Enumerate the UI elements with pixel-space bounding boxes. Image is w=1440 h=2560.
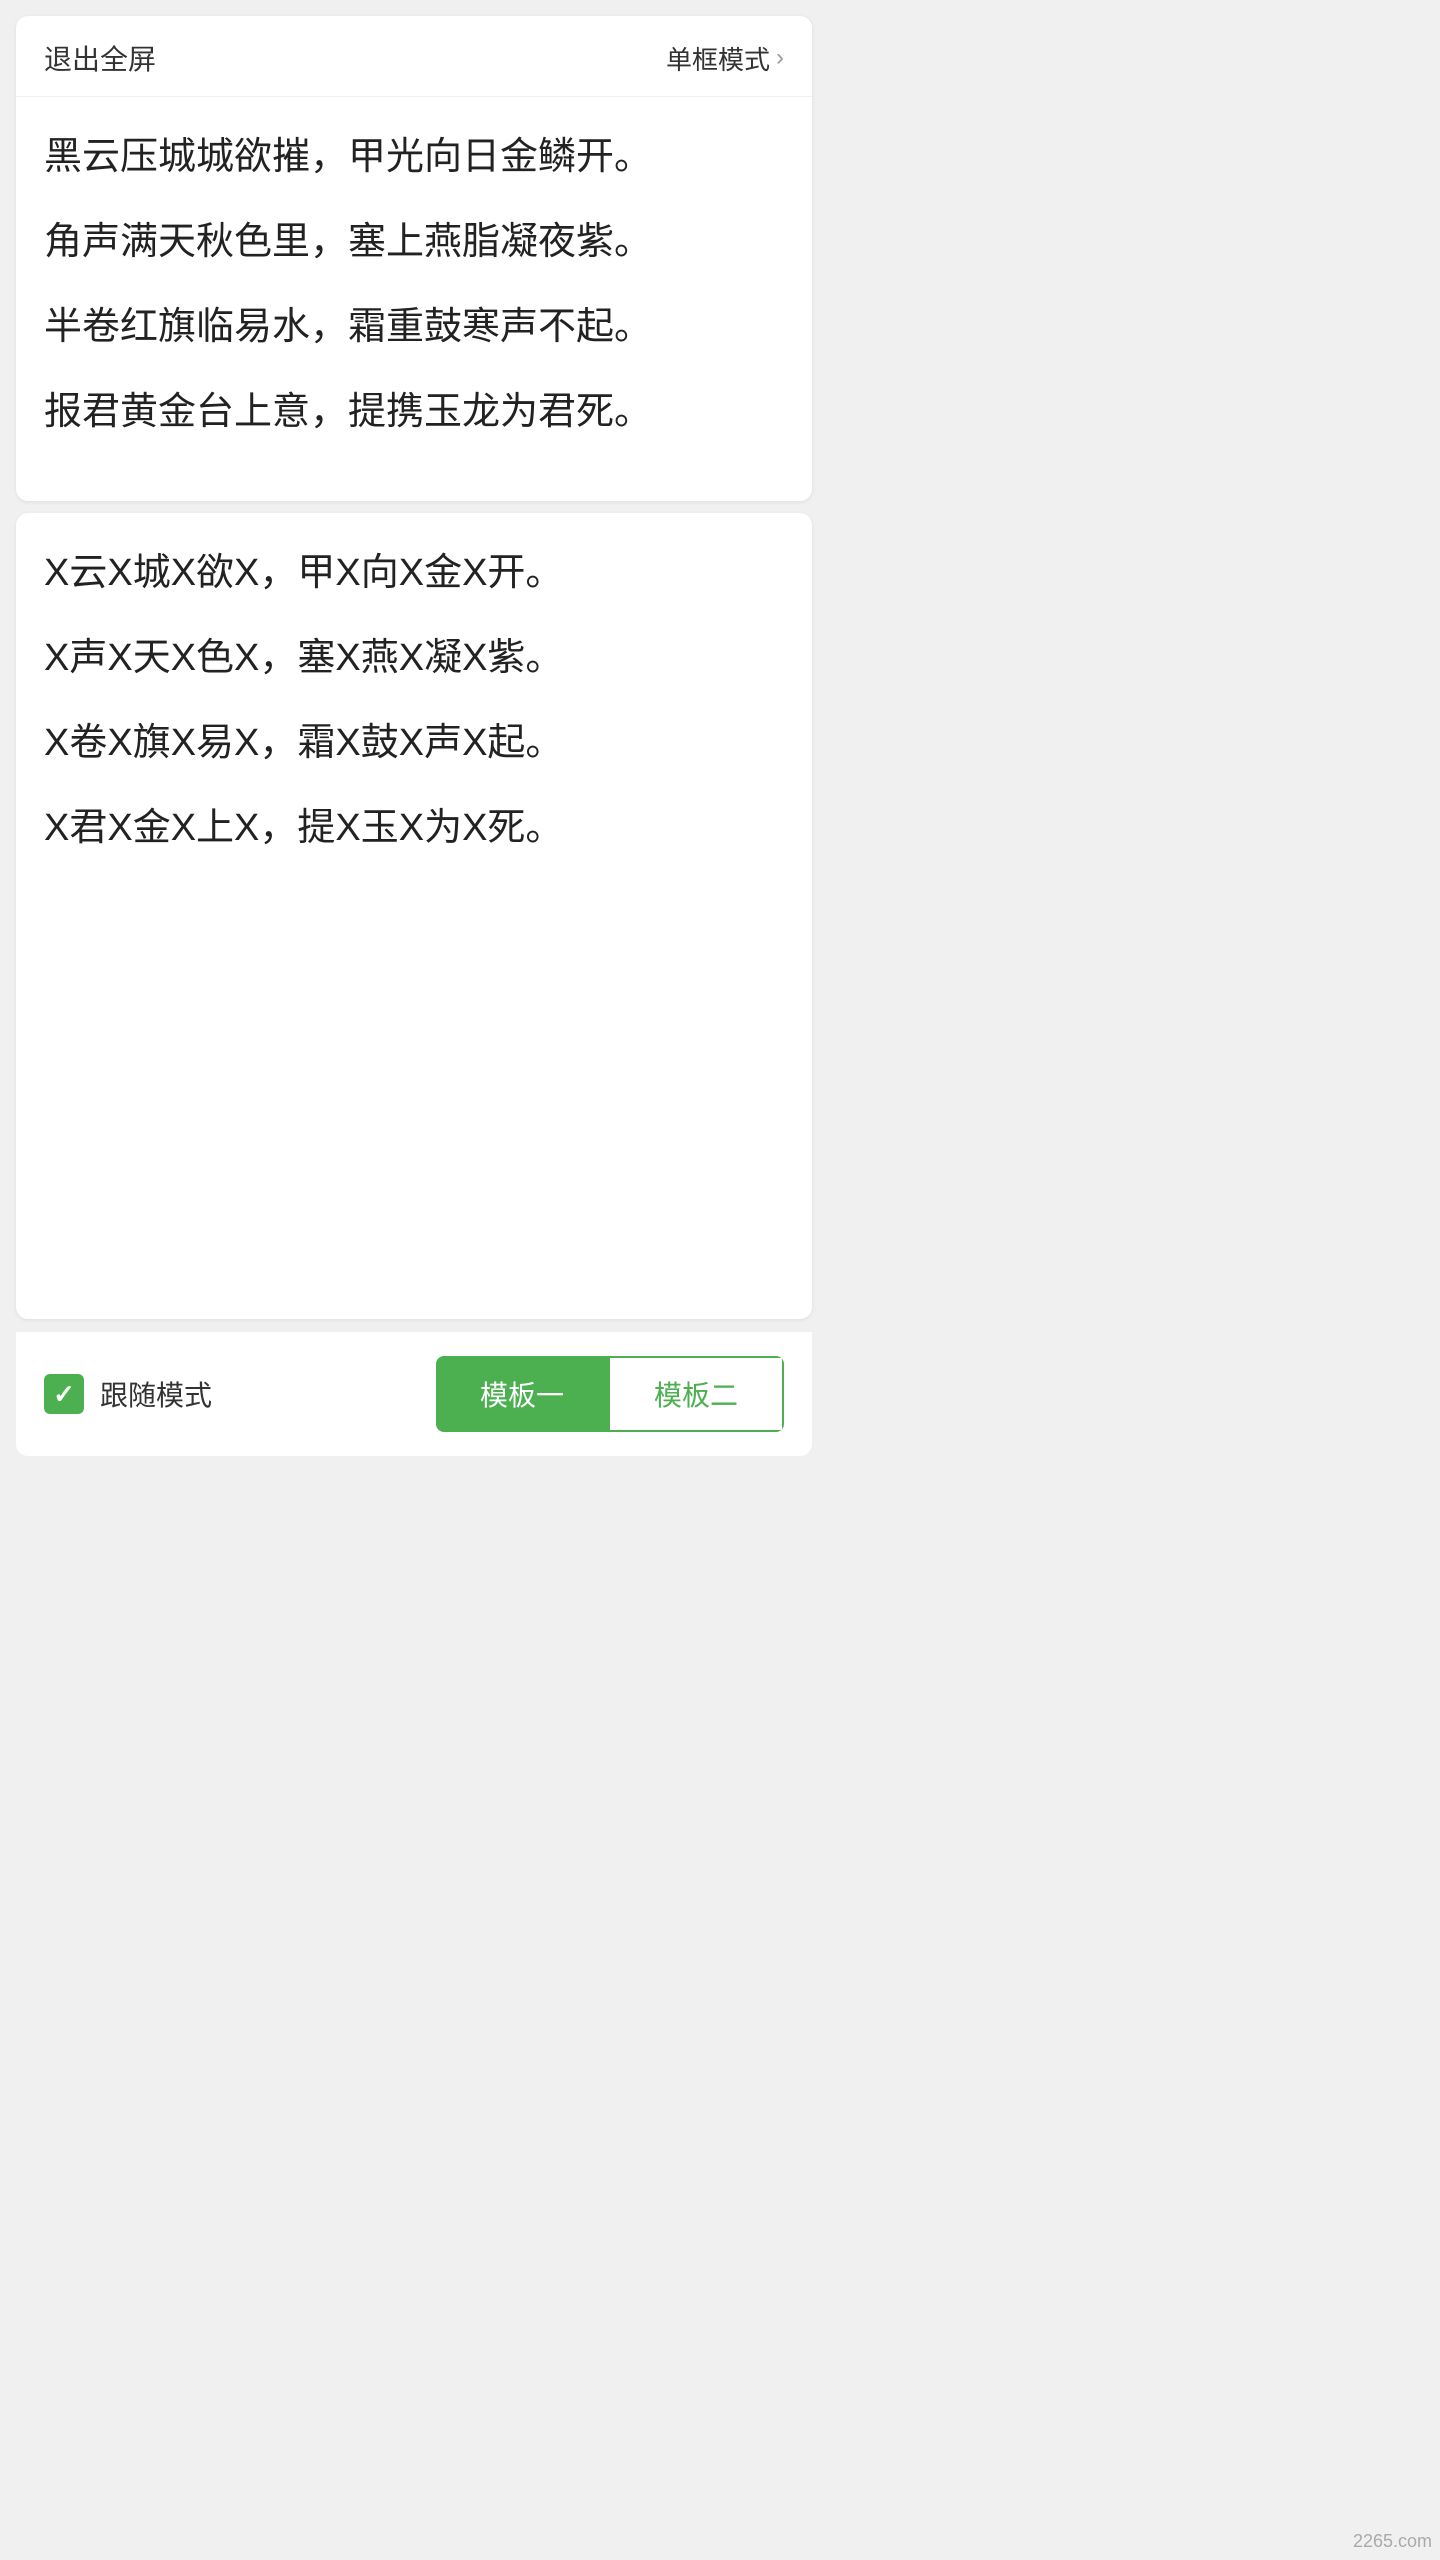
cloze-line-1: X云X城X欲X，甲X向X金X开。	[44, 545, 784, 602]
top-panel: 退出全屏 单框模式 › 黑云压城城欲摧，甲光向日金鳞开。 角声满天秋色里，塞上燕…	[16, 16, 812, 501]
watermark: 2265.com	[1353, 2531, 1432, 2552]
cloze-content: X云X城X欲X，甲X向X金X开。 X声X天X色X，塞X燕X凝X紫。 X卷X旗X易…	[16, 513, 812, 897]
poem-line-3: 半卷红旗临易水，霜重鼓寒声不起。	[44, 299, 784, 356]
exit-fullscreen-button[interactable]: 退出全屏	[44, 38, 156, 78]
template-buttons: 模板一 模板二	[436, 1356, 784, 1432]
follow-mode-checkbox[interactable]: ✓	[44, 1374, 84, 1414]
follow-mode-container: ✓ 跟随模式	[44, 1374, 212, 1414]
top-bar: 退出全屏 单框模式 ›	[16, 16, 812, 97]
bottom-toolbar: ✓ 跟随模式 模板一 模板二	[16, 1331, 812, 1456]
poem-content: 黑云压城城欲摧，甲光向日金鳞开。 角声满天秋色里，塞上燕脂凝夜紫。 半卷红旗临易…	[16, 97, 812, 501]
poem-line-2: 角声满天秋色里，塞上燕脂凝夜紫。	[44, 214, 784, 271]
spacer	[16, 897, 812, 1097]
poem-line-4: 报君黄金台上意，提携玉龙为君死。	[44, 384, 784, 441]
checkmark-icon: ✓	[53, 1381, 75, 1407]
single-frame-label: 单框模式	[666, 40, 770, 77]
template-two-button[interactable]: 模板二	[608, 1356, 784, 1432]
bottom-panel: X云X城X欲X，甲X向X金X开。 X声X天X色X，塞X燕X凝X紫。 X卷X旗X易…	[16, 513, 812, 1319]
single-frame-mode-button[interactable]: 单框模式 ›	[666, 40, 784, 77]
follow-mode-label: 跟随模式	[100, 1374, 212, 1414]
cloze-line-2: X声X天X色X，塞X燕X凝X紫。	[44, 630, 784, 687]
poem-line-1: 黑云压城城欲摧，甲光向日金鳞开。	[44, 129, 784, 186]
chevron-right-icon: ›	[776, 44, 784, 72]
cloze-line-3: X卷X旗X易X，霜X鼓X声X起。	[44, 715, 784, 772]
cloze-line-4: X君X金X上X，提X玉X为X死。	[44, 800, 784, 857]
template-one-button[interactable]: 模板一	[436, 1356, 608, 1432]
